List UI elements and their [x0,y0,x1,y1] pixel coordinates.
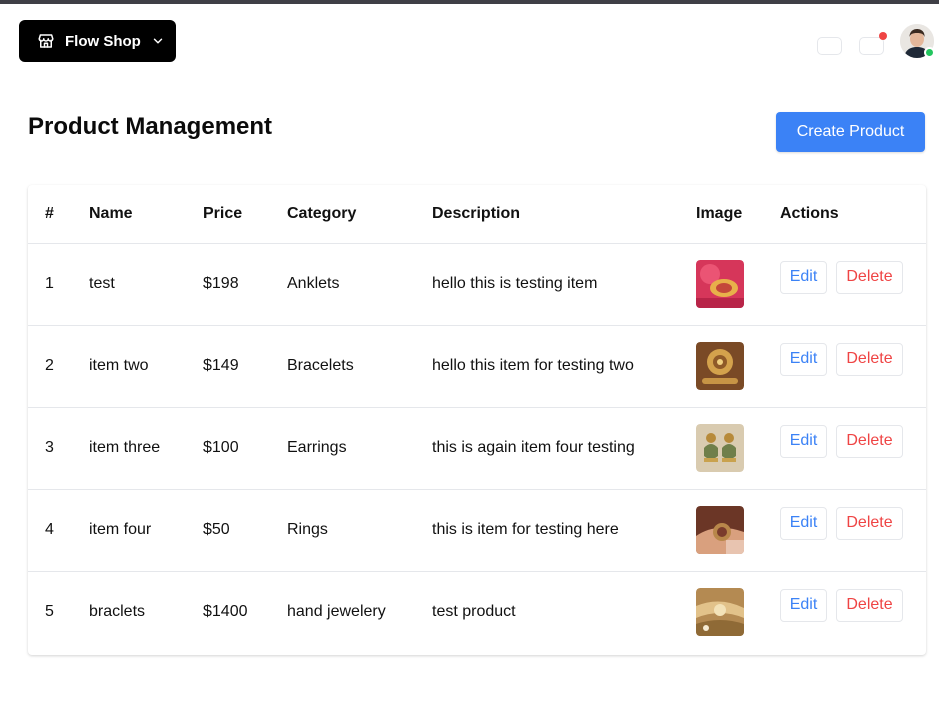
cell-name: item four [89,489,203,572]
cell-price: $1400 [203,603,248,621]
header-button[interactable] [817,37,842,55]
cell-number: 4 [28,489,89,572]
top-border [0,0,939,4]
cell-name: item three [89,407,203,490]
edit-button[interactable]: Edit [780,342,827,376]
create-product-button[interactable]: Create Product [776,112,925,152]
notification-dot [879,32,887,40]
delete-button[interactable]: Delete [836,342,903,376]
cell-image [696,407,780,490]
table-row: 1 test $198 Anklets hello this is testin… [28,243,926,326]
cell-number: 3 [28,407,89,490]
cell-number: 1 [28,243,89,326]
delete-button[interactable]: Delete [836,506,903,540]
cell-name: braclets [89,603,146,621]
column-header-category: Category [287,185,432,244]
edit-button[interactable]: Edit [780,588,827,622]
product-image [696,342,744,390]
column-header-name: Name [89,185,203,244]
delete-button[interactable]: Delete [836,424,903,458]
cell-category: Earrings [287,407,432,490]
online-status-dot [924,47,935,58]
delete-button[interactable]: Delete [836,588,903,622]
cell-actions: Edit Delete [780,571,926,653]
cell-actions: Edit Delete [780,407,926,490]
cell-image [696,489,780,572]
table-row: 3 item three $100 Earrings this is again… [28,407,926,490]
products-table: # Name Price Category Description Image … [28,185,926,655]
cell-image [696,325,780,408]
cell-number: 2 [28,325,89,408]
table-row: 2 item two $149 Bracelets hello this ite… [28,325,926,408]
product-image [696,588,744,637]
cell-description: test product [432,603,516,621]
table-row: 5 braclets $1400 hand jewelery test prod… [28,571,926,653]
shop-switcher-button[interactable]: Flow Shop [19,20,176,62]
table-row: 4 item four $50 Rings this is item for t… [28,489,926,572]
cell-price: $50 [203,489,287,572]
product-image [696,506,744,554]
cell-category: Bracelets [287,325,432,408]
column-header-number: # [28,185,89,244]
edit-button[interactable]: Edit [780,260,827,294]
cell-actions: Edit Delete [780,325,926,408]
product-image [696,260,744,308]
store-icon [38,34,54,48]
product-image [696,424,744,472]
column-header-price: Price [203,185,287,244]
cell-description: hello this is testing item [432,243,696,326]
cell-price: $149 [203,325,287,408]
column-header-actions: Actions [780,185,926,244]
cell-category: hand jewelery [287,603,386,621]
column-header-description: Description [432,185,696,244]
cell-actions: Edit Delete [780,243,926,326]
edit-button[interactable]: Edit [780,506,827,540]
cell-description: this is item for testing here [432,489,696,572]
cell-category: Anklets [287,243,432,326]
cell-description: this is again item four testing [432,407,696,490]
notifications-button[interactable] [859,37,884,55]
edit-button[interactable]: Edit [780,424,827,458]
column-header-image: Image [696,185,780,244]
page-title: Product Management [28,113,273,140]
delete-button[interactable]: Delete [836,260,903,294]
cell-price: $198 [203,243,287,326]
cell-actions: Edit Delete [780,489,926,572]
shop-name: Flow Shop [65,32,141,50]
cell-name: test [89,243,203,326]
cell-number: 5 [45,603,54,621]
chevron-down-icon [153,38,163,44]
cell-image [696,243,780,326]
cell-image [696,571,780,653]
cell-category: Rings [287,489,432,572]
table-header-row: # Name Price Category Description Image … [28,185,926,244]
cell-description: hello this item for testing two [432,325,696,408]
cell-price: $100 [203,407,287,490]
avatar[interactable] [900,24,935,58]
cell-name: item two [89,325,203,408]
